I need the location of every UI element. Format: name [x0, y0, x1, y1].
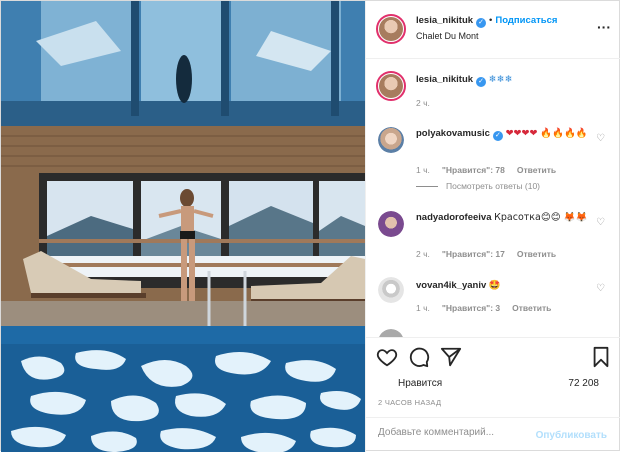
commenter-avatar[interactable]	[378, 211, 404, 237]
comment-body: 🤩	[488, 280, 501, 291]
post-location[interactable]: Chalet Du Mont	[416, 31, 479, 41]
caption-body: ❄❄❄	[488, 74, 513, 85]
author-username[interactable]: lesia_nikituk	[416, 15, 473, 26]
comment-like-heart-icon[interactable]: ♡	[596, 133, 605, 144]
caption-time[interactable]: 2 ч.	[416, 98, 430, 108]
paper-plane-icon[interactable]	[440, 346, 462, 368]
comment-body: ❤❤❤❤ 🔥🔥🔥🔥	[505, 128, 588, 139]
verified-badge-icon: ✓	[476, 77, 487, 87]
post-side-panel: lesia_nikituk ✓ • Подписаться Chalet Du Mon…	[365, 1, 620, 452]
verified-badge-icon: ✓	[492, 131, 503, 141]
comment-reply-button[interactable]: Ответить	[512, 303, 551, 313]
comment-like-heart-icon[interactable]: ♡	[596, 217, 605, 228]
add-comment-input[interactable]	[378, 427, 528, 438]
pool-scene-image	[1, 1, 365, 452]
comment-icon[interactable]	[408, 346, 430, 368]
comment-like-heart-icon[interactable]: ♡	[596, 283, 605, 294]
comment-likes[interactable]: "Нравится": 3	[442, 303, 500, 313]
heart-icon[interactable]	[376, 346, 398, 368]
replies-divider-line	[416, 186, 438, 188]
comment-meta: 2 ч. "Нравится": 17 Ответить	[416, 249, 568, 259]
view-replies-label: Посмотреть ответы (10)	[446, 181, 540, 191]
comment-text: nadyadorofeeiva Красотка😊😊 🦊🦊	[416, 211, 591, 224]
comment-time[interactable]: 2 ч.	[416, 249, 430, 259]
post-actions: Нравится 72 208 2 ЧАСОВ НАЗАД	[366, 337, 620, 427]
likes-label[interactable]: Нравится	[398, 378, 442, 389]
comment-reply-button[interactable]: Ответить	[517, 249, 556, 259]
caption-text: lesia_nikituk ✓ ❄❄❄	[416, 73, 591, 87]
comment-likes[interactable]: "Нравится": 17	[442, 249, 505, 259]
commenter-avatar-partial[interactable]	[378, 329, 404, 337]
comment-username[interactable]: vovan4ik_yaniv	[416, 280, 486, 291]
post-header: lesia_nikituk ✓ • Подписаться Chalet Du Mon…	[366, 1, 620, 59]
bookmark-icon[interactable]	[590, 346, 612, 368]
separator-dot: •	[489, 15, 493, 26]
post-timestamp[interactable]: 2 ЧАСОВ НАЗАД	[378, 398, 441, 407]
caption-username[interactable]: lesia_nikituk	[416, 74, 473, 85]
author-avatar[interactable]	[376, 14, 406, 44]
instagram-post: lesia_nikituk ✓ • Подписаться Chalet Du Mon…	[0, 0, 620, 452]
comment-likes[interactable]: "Нравится": 78	[442, 165, 505, 175]
comment-time[interactable]: 1 ч.	[416, 303, 430, 313]
caption-meta: 2 ч.	[416, 98, 442, 108]
caption-avatar[interactable]	[376, 71, 406, 101]
comment-username[interactable]: polyakovamusic	[416, 128, 490, 139]
comment-body: Красотка😊😊 🦊🦊	[494, 212, 588, 223]
comment-text: vovan4ik_yaniv 🤩	[416, 279, 591, 292]
comments-list[interactable]: lesia_nikituk ✓ ❄❄❄ 2 ч. polyakovamusic ✓ …	[366, 59, 620, 337]
comment-item: vovan4ik_yaniv 🤩 ♡ 1 ч. "Нравится": 3 Отве…	[366, 277, 620, 327]
view-replies-button[interactable]: Посмотреть ответы (10)	[416, 181, 540, 191]
comment-meta: 1 ч. "Нравится": 78 Ответить	[416, 165, 568, 175]
follow-button[interactable]: Подписаться	[495, 15, 557, 26]
verified-badge-icon: ✓	[476, 18, 487, 28]
commenter-avatar[interactable]	[378, 127, 404, 153]
comment-meta: 1 ч. "Нравится": 3 Ответить	[416, 303, 563, 313]
caption-row: lesia_nikituk ✓ ❄❄❄ 2 ч.	[366, 71, 620, 116]
post-photo[interactable]	[1, 1, 365, 452]
commenter-avatar[interactable]	[378, 277, 404, 303]
comment-reply-button[interactable]: Ответить	[517, 165, 556, 175]
add-comment-bar: Опубликовать	[366, 417, 620, 452]
author-line: lesia_nikituk ✓ • Подписаться	[416, 15, 557, 28]
comment-username[interactable]: nadyadorofeeiva	[416, 212, 492, 223]
publish-button[interactable]: Опубликовать	[536, 430, 607, 441]
comment-item: polyakovamusic ✓ ❤❤❤❤ 🔥🔥🔥🔥 ♡ 1 ч. "Нравитс…	[366, 127, 620, 205]
more-options-icon[interactable]: ···	[597, 19, 611, 35]
comment-time[interactable]: 1 ч.	[416, 165, 430, 175]
comment-text: polyakovamusic ✓ ❤❤❤❤ 🔥🔥🔥🔥	[416, 127, 591, 141]
comment-item: nadyadorofeeiva Красотка😊😊 🦊🦊 ♡ 2 ч. "Нра…	[366, 211, 620, 266]
likes-count[interactable]: 72 208	[568, 378, 599, 389]
